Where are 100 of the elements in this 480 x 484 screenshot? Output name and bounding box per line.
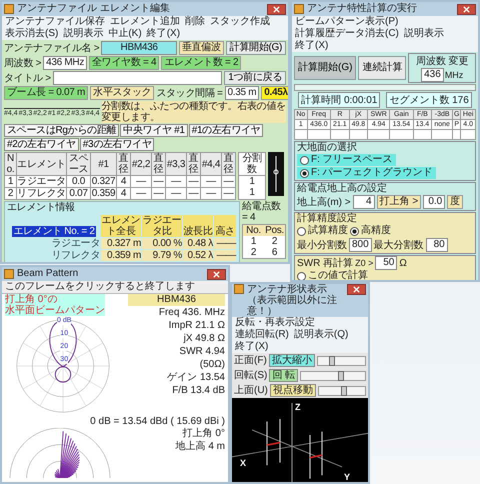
menu-item[interactable]: 計算履歴データ消去(C): [295, 28, 399, 40]
continuous-calc-button[interactable]: 連続計算: [358, 56, 406, 80]
info-text: SWR 4.94: [179, 346, 225, 358]
table-cell: —: [130, 176, 152, 188]
unit-label: Ω: [399, 258, 407, 268]
table-cell: 0.52 λ: [183, 250, 213, 261]
menu-item[interactable]: 説明表示: [63, 28, 104, 40]
table-cell: ——: [214, 238, 236, 249]
slider-thumb[interactable]: [328, 356, 335, 366]
legend-text: 打上角 0°の: [5, 294, 58, 305]
unit-label: 度: [447, 195, 464, 209]
max-divisions-field[interactable]: 80: [426, 238, 448, 252]
z0-field[interactable]: 50: [375, 256, 398, 270]
stack-spacing-field[interactable]: 0.35 m: [224, 86, 260, 100]
app-icon: [4, 4, 14, 14]
table-cell: 4: [116, 188, 130, 200]
menu-item[interactable]: エレメント追加: [110, 16, 180, 28]
menu-item[interactable]: ビームパターン表示(P): [295, 16, 398, 28]
slider[interactable]: [300, 370, 366, 380]
column-header: #1: [90, 152, 116, 176]
field-label: 地上高(m) >: [297, 196, 351, 209]
slider-thumb[interactable]: [338, 370, 344, 380]
group-title: 周波数 変更: [416, 54, 469, 68]
field-label: 最大分割数: [374, 238, 424, 252]
wire-button[interactable]: 中央ワイヤ #1: [120, 124, 188, 137]
feed-count-label: 給電点数 = 4: [242, 201, 282, 223]
column-header: エレメント: [16, 152, 66, 176]
control-label: 拡大縮小: [268, 354, 315, 367]
table-cell: —: [152, 176, 166, 188]
calculate-button[interactable]: 計算開始(G): [226, 41, 286, 55]
title-field[interactable]: [52, 71, 222, 85]
menu-item[interactable]: アンテナファイル保存: [5, 16, 105, 28]
menu-item[interactable]: 終了(X): [146, 28, 180, 40]
element-count-label: エレメント数 = 2: [161, 56, 242, 70]
app-icon: [4, 269, 14, 279]
recalc-radio[interactable]: この値で計算: [297, 270, 368, 280]
frequency-field[interactable]: 436: [421, 68, 444, 82]
wire-button[interactable]: #2の左右ワイヤ: [4, 138, 79, 151]
window-title: アンテナ特性計算の実行: [307, 3, 418, 15]
slider[interactable]: [318, 386, 366, 396]
window-title: アンテナ形状表示（表示範囲以外に注意！）: [247, 284, 338, 317]
slider[interactable]: [316, 356, 366, 366]
table-cell: 4: [116, 176, 130, 188]
menu-item[interactable]: 中止(K): [108, 28, 142, 40]
menu-item[interactable]: 終了(X): [235, 341, 268, 353]
ground-radio[interactable]: F: パーフェクトグラウンド: [297, 167, 436, 179]
back-button[interactable]: 1つ前に戻る: [224, 71, 286, 85]
slider-thumb[interactable]: [341, 386, 348, 396]
wire-button[interactable]: スペースはRgからの距離: [4, 124, 120, 137]
close-icon: [463, 6, 470, 12]
column-header: 直径: [222, 152, 236, 176]
polarization-label: 垂直偏波: [178, 41, 224, 55]
field-label: タイトル >: [4, 72, 51, 85]
boom-length-label: ブーム長 = 0.07 m: [4, 86, 88, 100]
table-cell: 0.07: [66, 188, 90, 200]
calculate-button[interactable]: 計算開始(G): [294, 56, 356, 80]
table-cell: 0.327: [90, 176, 116, 188]
table-cell: 0.359 m: [101, 250, 141, 261]
menu-item[interactable]: 反転・再表示設定: [235, 317, 315, 329]
menu-item[interactable]: 説明表示: [404, 28, 444, 40]
close-button[interactable]: [347, 284, 366, 295]
close-button[interactable]: [457, 4, 476, 14]
column-header: ラジエータ比: [142, 215, 182, 237]
table-cell: 1: [4, 176, 16, 188]
height-field[interactable]: 4: [352, 195, 375, 209]
menu-item[interactable]: 連続回転(R): [235, 329, 289, 341]
elevation-field[interactable]: 0.0: [423, 195, 446, 209]
table-cell-text: 1: [248, 176, 256, 187]
close-button[interactable]: [207, 268, 226, 280]
close-icon: [353, 286, 360, 293]
min-divisions-field[interactable]: 800: [349, 238, 372, 252]
close-button[interactable]: [267, 4, 286, 14]
calc-time-label: 計算時間 0:00:01: [298, 92, 380, 108]
unit-label: MHz: [444, 70, 464, 80]
file-name-field[interactable]: HBM436: [101, 41, 177, 55]
menu-item[interactable]: スタック作成: [210, 16, 270, 28]
row-label: ラジエータ: [50, 238, 100, 249]
frequency-field[interactable]: 436 MHz: [43, 56, 88, 70]
menu-item[interactable]: 終了(X): [295, 40, 328, 52]
column-header: スペース: [66, 152, 90, 176]
wire-button[interactable]: #3の左右ワイヤ: [80, 138, 154, 151]
table-cell: 0.00 %: [142, 238, 182, 249]
precision-radio[interactable]: 試算精度: [297, 225, 348, 237]
precision-radio[interactable]: 高精度: [350, 225, 391, 237]
wire-button[interactable]: #1の左右ワイヤ: [188, 124, 264, 137]
table-cell: —: [166, 188, 186, 200]
info-text: ImpR 21.1 Ω: [168, 320, 225, 332]
table-cell: —: [186, 176, 200, 188]
table-cell: —: [130, 188, 152, 200]
ground-radio[interactable]: F: フリースペース: [297, 154, 396, 166]
menu-item[interactable]: 削除: [185, 16, 205, 28]
menu-item[interactable]: 表示消去(S): [5, 28, 58, 40]
column-header: 直径: [152, 152, 166, 176]
wire-count-label: 全ワイヤ数 = 4: [89, 56, 160, 70]
control-label: 回転(S): [234, 370, 268, 382]
table-cell: 0.0: [66, 176, 90, 188]
table-cell: 0.327 m: [101, 238, 141, 249]
menu-item[interactable]: 説明表示(Q): [294, 329, 348, 341]
table-cell: リフレクタ: [16, 188, 66, 200]
info-text: Freq 436. MHz: [158, 307, 225, 319]
